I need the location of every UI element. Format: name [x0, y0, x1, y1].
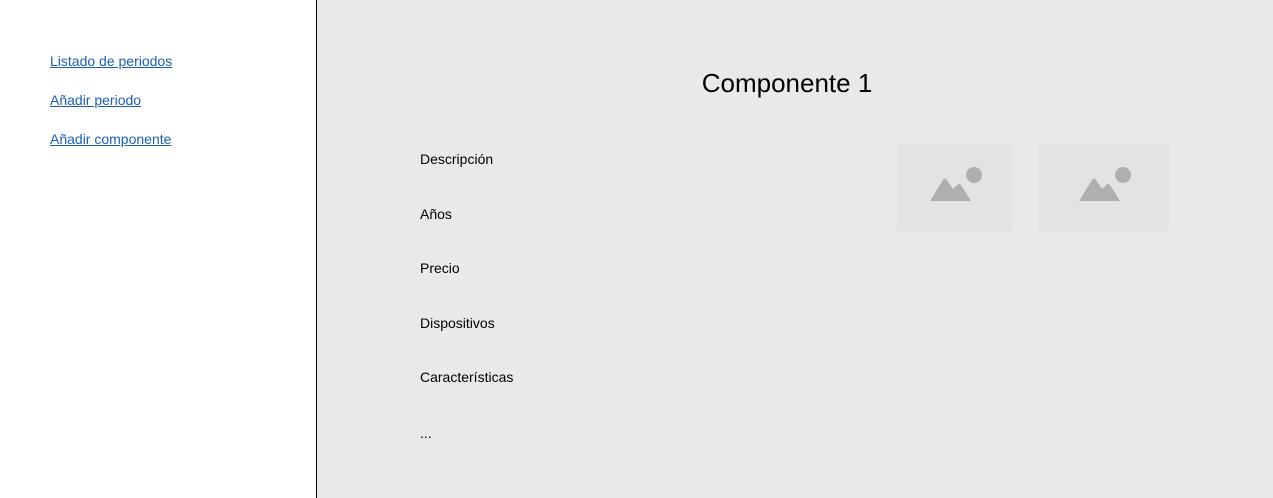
image-placeholder-icon — [1076, 165, 1132, 210]
image-placeholder-icon — [927, 165, 983, 210]
field-label-anos: Años — [420, 206, 452, 222]
main-content: Componente 1 Descripción Años Precio Dis… — [317, 0, 1273, 498]
field-label-caracteristicas: Características — [420, 369, 514, 385]
sidebar: Listado de periodos Añadir periodo Añadi… — [0, 0, 317, 498]
listado-de-periodos-link[interactable]: Listado de periodos — [50, 53, 172, 69]
field-label-ellipsis: ... — [420, 425, 432, 441]
page-title: Componente 1 — [701, 68, 873, 98]
field-label-descripcion: Descripción — [420, 151, 494, 167]
field-label-dispositivos: Dispositivos — [420, 315, 495, 331]
anadir-componente-link[interactable]: Añadir componente — [50, 131, 171, 147]
image-placeholder-2 — [1038, 143, 1169, 231]
image-placeholder-1 — [897, 143, 1012, 231]
field-label-precio: Precio — [420, 260, 460, 276]
anadir-periodo-link[interactable]: Añadir periodo — [50, 92, 141, 108]
